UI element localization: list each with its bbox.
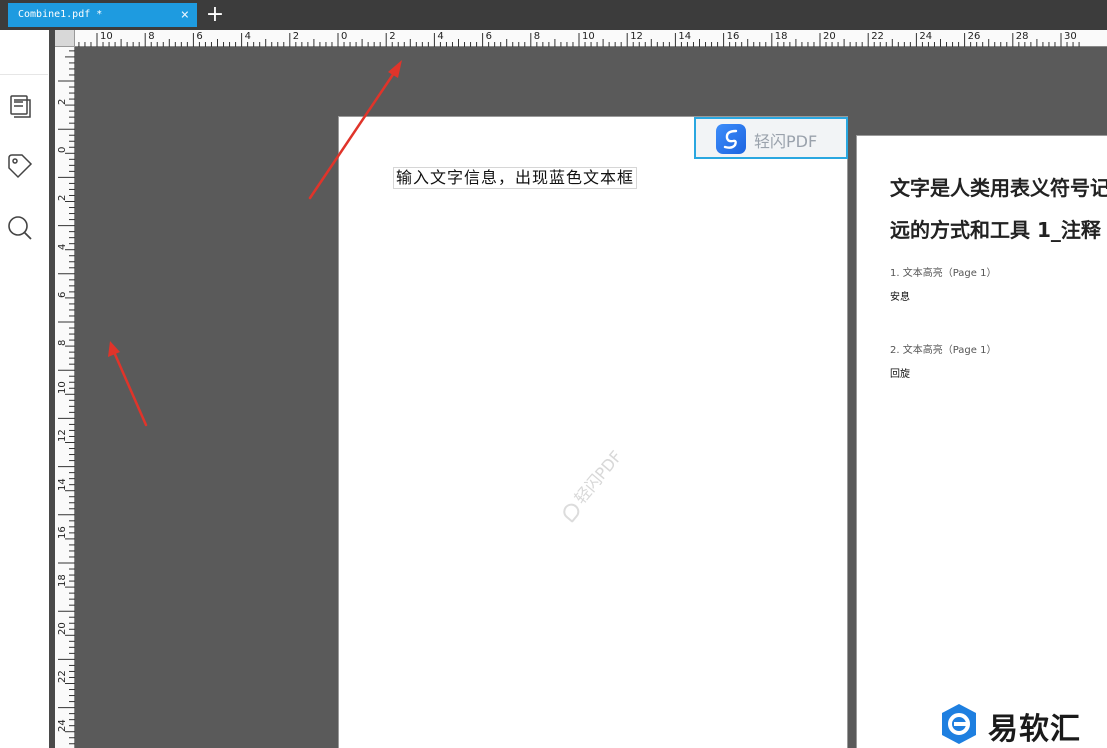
ruler-tick-label: 6 [485,31,492,42]
vertical-ruler: 202468101214161820222426 [55,47,75,748]
close-icon[interactable]: × [181,3,189,27]
ruler-tick-label: 30 [1064,31,1077,42]
pdf-page-2[interactable]: 文字是人类用表义符号记 远的方式和工具 1_注释 1. 文本高亮（Page 1）… [856,135,1107,748]
watermark-text: 轻闪PDF [570,446,626,508]
ruler-tick-label: 22 [871,31,884,42]
ruler-tick-label: 2 [57,98,68,105]
ruler-tick-label: 0 [341,31,348,42]
ruler-tick-label: 8 [533,31,541,42]
badge-label: 轻闪PDF [754,132,818,151]
ruler-tick-label: 14 [57,477,68,491]
watermark-logo-icon [559,500,583,523]
ruler-tick-label: 4 [57,243,68,250]
ruler-tick-label: 4 [244,31,251,42]
annotation-label: 2. 文本高亮（Page 1） [890,345,997,356]
annotation-value: 安息 [890,292,910,303]
ruler-tick-label: 8 [57,339,68,346]
ruler-tick-label: 18 [774,31,788,42]
ruler-tick-label: 8 [148,31,155,42]
ruler-tick-label: 20 [823,31,836,42]
ruler-tick-label: 6 [196,31,203,42]
ruler-tick-label: 4 [437,31,444,42]
pdf-editor-window: Combine1.pdf * × + 10 8 6 4 2 0 2 4 6 8 … [0,0,1107,748]
ruler-tick-label: 24 [57,718,68,732]
ruler-tick-label: 14 [678,31,692,42]
ruler-tick-label: 26 [967,31,981,42]
ruler-tick-label: 16 [726,31,740,42]
search-icon[interactable] [6,214,34,242]
ruler-tick-label: 22 [57,670,68,684]
horizontal-ruler: 10 8 6 4 2 0 2 4 6 8 10 12 14 16 18 20 22 24 26 28 30 [75,30,1107,47]
ruler-tick-label: 28 [1015,31,1029,42]
page-thumbnail-icon[interactable] [6,92,34,120]
brand-text: 易软汇 [988,712,1081,747]
tab-bar: Combine1.pdf * × + [0,0,1107,30]
ruler-tick-label: 12 [57,429,68,443]
ruler-corner [55,30,75,47]
text-box[interactable]: 输入文字信息，出现蓝色文本框 [393,167,638,189]
add-tab-icon[interactable]: + [205,2,225,28]
annotation-label: 1. 文本高亮（Page 1） [890,268,997,279]
ruler-tick-label: 10 [100,31,113,42]
ruler-tick-label: 18 [57,574,68,587]
left-sidebar [0,30,52,748]
page2-title-line2: 远的方式和工具 1_注释 [890,218,1101,242]
annotation-value: 回旋 [890,369,910,380]
ruler-tick-label: 10 [582,31,595,42]
pdf-page-1[interactable]: 输入文字信息，出现蓝色文本框 轻闪PDF [338,116,848,748]
ruler-tick-label: 24 [919,31,933,42]
sidebar-divider [0,74,48,75]
ruler-tick-label: 2 [292,31,300,42]
ruler-tick-label: 2 [57,195,68,202]
ruler-tick-label: 6 [57,291,68,298]
ruler-tick-label: 2 [389,31,396,42]
tag-icon[interactable] [6,152,34,180]
ruler-tick-label: 0 [57,146,68,154]
brand-watermark: 易软汇 [938,700,1107,748]
brand-logo-icon [942,704,976,744]
ruler-tick-label: 16 [57,526,68,539]
app-badge: 轻闪PDF [694,117,848,159]
tab-label: Combine1.pdf * [18,9,103,20]
watermark: 轻闪PDF [555,444,627,523]
page2-title-line1: 文字是人类用表义符号记 [890,176,1107,200]
tab-combine1[interactable]: Combine1.pdf * × [8,3,197,27]
ruler-tick-label: 12 [630,31,643,42]
qingshan-logo-icon [716,124,746,154]
ruler-tick-label: 20 [57,622,68,636]
ruler-tick-label: 10 [57,381,68,395]
